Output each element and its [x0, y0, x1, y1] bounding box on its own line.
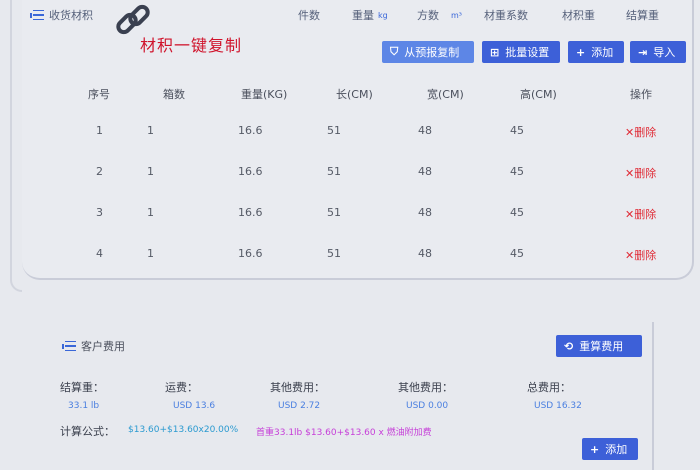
close-icon: ✕ — [625, 126, 635, 139]
cell-weight[interactable]: 16.6 — [238, 206, 263, 219]
batch-button-label: 批量设置 — [505, 46, 550, 59]
field-label: 件数 — [298, 9, 320, 22]
import-button-label: 导入 — [653, 46, 676, 59]
other-fees-value: USD 2.72 — [278, 401, 321, 411]
formula-label: 计算公式： — [60, 425, 115, 438]
cell-index: 3 — [96, 206, 103, 219]
other-fees-label: 其他费用： — [270, 381, 325, 394]
freight-label: 运费： — [165, 381, 198, 394]
field-weight[interactable]: 重量 kg — [352, 6, 388, 24]
copy-button-label: 从预报复制 — [404, 46, 460, 59]
section-title: 收货材积 — [30, 6, 93, 24]
other-fees-label-2: 其他费用： — [398, 381, 453, 394]
plus-icon: + — [590, 442, 600, 456]
field-volume-factor[interactable]: 材重系数 — [484, 6, 528, 24]
field-label: 重量 — [352, 9, 374, 22]
cell-width[interactable]: 48 — [418, 247, 432, 260]
cell-index: 1 — [96, 124, 103, 137]
cell-boxes[interactable]: 1 — [147, 247, 154, 260]
col-header-boxes: 箱数 — [163, 88, 185, 101]
delete-label: 删除 — [634, 167, 657, 180]
delete-label: 删除 — [634, 126, 657, 139]
recalc-button-label: 重算费用 — [579, 340, 624, 353]
batch-settings-button[interactable]: ⊞ 批量设置 — [482, 41, 560, 63]
settle-weight-value: 33.1 lb — [68, 401, 100, 411]
cell-weight[interactable]: 16.6 — [238, 247, 263, 260]
cell-length[interactable]: 51 — [327, 247, 341, 260]
cell-height[interactable]: 45 — [510, 206, 524, 219]
fees-title-text: 客户费用 — [81, 340, 125, 353]
section-title-text: 收货材积 — [49, 9, 93, 22]
delete-row-button[interactable]: ✕删除 — [625, 247, 656, 263]
delete-row-button[interactable]: ✕删除 — [625, 165, 656, 181]
cell-boxes[interactable]: 1 — [147, 124, 154, 137]
cell-length[interactable]: 51 — [327, 165, 341, 178]
cell-weight[interactable]: 16.6 — [238, 124, 263, 137]
add-button-label: 添加 — [591, 46, 614, 59]
add-fee-button[interactable]: + 添加 — [582, 438, 638, 460]
import-button[interactable]: ⇥ 导入 — [630, 41, 686, 63]
settle-weight-label: 结算重： — [60, 381, 104, 394]
total-fees-label: 总费用： — [527, 381, 571, 394]
close-icon: ✕ — [625, 167, 635, 180]
close-icon: ✕ — [625, 249, 635, 262]
refresh-icon: ⟲ — [564, 339, 574, 353]
cell-index: 4 — [96, 247, 103, 260]
list-icon — [62, 340, 76, 352]
field-settle-weight[interactable]: 结算重 — [626, 6, 659, 24]
add-fee-label: 添加 — [605, 443, 628, 456]
add-row-button[interactable]: + 添加 — [568, 41, 624, 63]
grid-icon: ⊞ — [490, 45, 500, 59]
cell-height[interactable]: 45 — [510, 247, 524, 260]
field-unit: kg — [378, 10, 388, 20]
cell-length[interactable]: 51 — [327, 206, 341, 219]
cell-height[interactable]: 45 — [510, 124, 524, 137]
field-volume-weight[interactable]: 材积重 — [562, 6, 595, 24]
delete-label: 删除 — [634, 249, 657, 262]
field-label: 结算重 — [626, 9, 659, 22]
col-header-weight: 重量(KG) — [241, 88, 288, 101]
import-icon: ⇥ — [638, 45, 648, 59]
cell-index: 2 — [96, 165, 103, 178]
field-label: 材积重 — [562, 9, 595, 22]
recalculate-fees-button[interactable]: ⟲ 重算费用 — [556, 335, 642, 357]
total-fees-value: USD 16.32 — [534, 401, 582, 411]
shield-icon: ⛉ — [390, 45, 399, 58]
cell-weight[interactable]: 16.6 — [238, 165, 263, 178]
field-unit: m³ — [451, 10, 462, 20]
col-header-width: 宽(CM) — [427, 88, 464, 101]
formula-main: $13.60+$13.60x20.00% — [128, 425, 239, 435]
field-pieces[interactable]: 件数 — [298, 6, 320, 24]
list-icon — [30, 9, 44, 21]
field-label: 方数 — [417, 9, 439, 22]
col-header-length: 长(CM) — [336, 88, 373, 101]
cell-width[interactable]: 48 — [418, 206, 432, 219]
field-label: 材重系数 — [484, 9, 528, 22]
fees-section-title: 客户费用 — [62, 338, 125, 354]
plus-icon: + — [576, 45, 586, 59]
other-fees-value-2: USD 0.00 — [406, 401, 449, 411]
formula-detail: 首重33.1lb $13.60+$13.60 x 燃油附加费 — [256, 428, 432, 438]
cell-width[interactable]: 48 — [418, 124, 432, 137]
cell-height[interactable]: 45 — [510, 165, 524, 178]
close-icon: ✕ — [625, 208, 635, 221]
delete-row-button[interactable]: ✕删除 — [625, 206, 656, 222]
col-header-height: 高(CM) — [520, 88, 557, 101]
cell-width[interactable]: 48 — [418, 165, 432, 178]
copy-from-forecast-button[interactable]: ⛉ 从预报复制 — [382, 41, 474, 63]
card-left-edge — [10, 0, 22, 292]
col-header-actions: 操作 — [630, 88, 652, 101]
delete-row-button[interactable]: ✕删除 — [625, 124, 656, 140]
cell-length[interactable]: 51 — [327, 124, 341, 137]
freight-value: USD 13.6 — [173, 401, 216, 411]
promo-caption: 材积一键复制 — [140, 36, 243, 55]
col-header-index: 序号 — [88, 88, 110, 101]
field-volume[interactable]: 方数 m³ — [417, 6, 462, 24]
cell-boxes[interactable]: 1 — [147, 206, 154, 219]
delete-label: 删除 — [634, 208, 657, 221]
cell-boxes[interactable]: 1 — [147, 165, 154, 178]
